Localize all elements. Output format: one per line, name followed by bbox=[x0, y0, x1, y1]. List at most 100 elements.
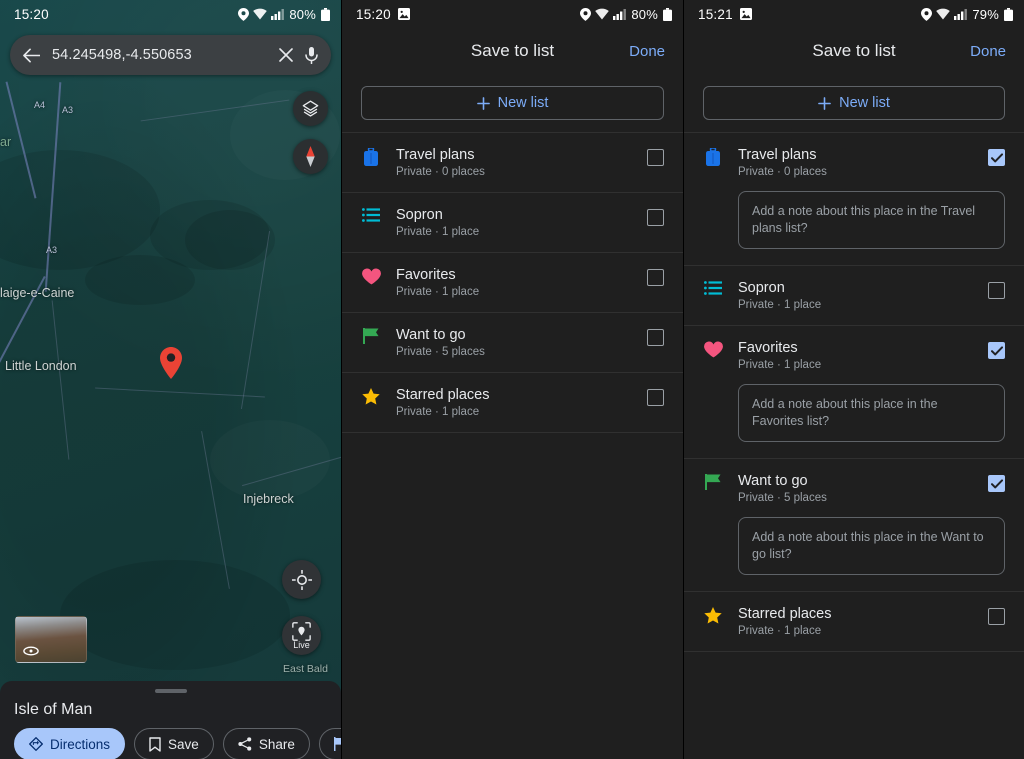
sheet-drag-handle[interactable] bbox=[155, 689, 187, 693]
list-name: Favorites bbox=[738, 339, 973, 357]
list-meta: Private · 1 place bbox=[738, 359, 973, 371]
live-view-button[interactable]: Live bbox=[282, 616, 321, 655]
status-icons bbox=[580, 8, 626, 21]
list-name: Travel plans bbox=[738, 146, 973, 164]
list-checkbox[interactable] bbox=[988, 282, 1005, 299]
list-rows: Travel plans Private · 0 places Add a no… bbox=[684, 132, 1024, 759]
save-to-list-panel-checked: 15:21 79% Save to list Done New list bbox=[683, 0, 1024, 759]
list-item[interactable]: Want to go Private · 5 places bbox=[342, 312, 683, 372]
plus-icon bbox=[818, 97, 831, 110]
list-checkbox[interactable] bbox=[647, 149, 664, 166]
list-name: Sopron bbox=[738, 279, 973, 297]
new-list-button[interactable]: New list bbox=[361, 86, 664, 120]
locate-me-button[interactable] bbox=[282, 560, 321, 599]
layers-button[interactable] bbox=[293, 91, 328, 126]
done-button[interactable]: Done bbox=[970, 43, 1006, 60]
close-icon[interactable] bbox=[279, 48, 293, 62]
list-item[interactable]: Sopron Private · 1 place bbox=[684, 265, 1024, 325]
place-action-chips: Directions Save Share Lab bbox=[14, 728, 327, 759]
list-checkbox[interactable] bbox=[647, 209, 664, 226]
list-checkbox[interactable] bbox=[988, 149, 1005, 166]
list-item[interactable]: Favorites Private · 1 place bbox=[342, 252, 683, 312]
flag-icon bbox=[361, 326, 381, 344]
map-label: A3 bbox=[62, 105, 73, 115]
list-name: Travel plans bbox=[396, 146, 632, 164]
list-item[interactable]: Starred places Private · 1 place bbox=[342, 372, 683, 432]
bookmark-icon bbox=[149, 737, 161, 752]
location-pin-icon bbox=[238, 8, 249, 21]
list-name: Starred places bbox=[738, 605, 973, 623]
list-meta: Private · 1 place bbox=[396, 286, 632, 298]
save-button[interactable]: Save bbox=[134, 728, 214, 759]
battery-percent: 80% bbox=[631, 7, 658, 22]
back-arrow-icon[interactable] bbox=[23, 48, 40, 63]
list-item[interactable]: Travel plans Private · 0 places Add a no… bbox=[684, 132, 1024, 265]
check-icon bbox=[991, 153, 1003, 163]
wifi-icon bbox=[595, 8, 609, 20]
list-checkbox[interactable] bbox=[988, 342, 1005, 359]
list-checkbox[interactable] bbox=[647, 389, 664, 406]
battery-percent: 80% bbox=[289, 7, 316, 22]
360-view-icon bbox=[23, 646, 39, 656]
list-checkbox[interactable] bbox=[647, 329, 664, 346]
new-list-wrapper: New list bbox=[684, 74, 1024, 132]
signal-bars-icon bbox=[954, 8, 967, 20]
location-pin-icon bbox=[580, 8, 591, 21]
map-panel: A4 A3 ar A3 laige-e-Caine Little London … bbox=[0, 0, 341, 759]
signal-bars-icon bbox=[271, 8, 284, 20]
place-title: Isle of Man bbox=[14, 701, 327, 719]
list-item[interactable]: Want to go Private · 5 places Add a note… bbox=[684, 458, 1024, 591]
new-list-wrapper: New list bbox=[342, 74, 683, 132]
list-checkbox[interactable] bbox=[647, 269, 664, 286]
signal-bars-icon bbox=[613, 8, 626, 20]
compass-button[interactable] bbox=[293, 139, 328, 174]
list-meta: Private · 5 places bbox=[396, 346, 632, 358]
heart-icon bbox=[361, 266, 381, 285]
map-label: A3 bbox=[46, 245, 57, 255]
list-item[interactable]: Starred places Private · 1 place bbox=[684, 591, 1024, 651]
battery-icon bbox=[663, 8, 672, 21]
note-input[interactable]: Add a note about this place in the Favor… bbox=[738, 384, 1005, 442]
share-icon bbox=[238, 737, 252, 751]
map-pin-icon[interactable] bbox=[160, 347, 182, 379]
microphone-icon[interactable] bbox=[305, 47, 318, 64]
label-button[interactable]: Lab bbox=[319, 728, 341, 759]
new-list-button[interactable]: New list bbox=[703, 86, 1005, 120]
directions-button[interactable]: Directions bbox=[14, 728, 125, 759]
list-item[interactable]: Favorites Private · 1 place Add a note a… bbox=[684, 325, 1024, 458]
wifi-icon bbox=[936, 8, 950, 20]
list-name: Want to go bbox=[738, 472, 973, 490]
list-meta: Private · 1 place bbox=[396, 226, 632, 238]
directions-icon bbox=[29, 737, 43, 751]
share-button[interactable]: Share bbox=[223, 728, 310, 759]
list-item[interactable]: Travel plans Private · 0 places bbox=[342, 132, 683, 192]
suitcase-icon bbox=[703, 146, 723, 166]
map-label: A4 bbox=[34, 100, 45, 110]
street-view-thumbnail[interactable] bbox=[15, 616, 87, 663]
wifi-icon bbox=[253, 8, 267, 20]
list-icon bbox=[703, 279, 723, 295]
place-bottom-sheet[interactable]: Isle of Man Directions Save Share Lab bbox=[0, 681, 341, 759]
list-item[interactable]: Sopron Private · 1 place bbox=[342, 192, 683, 252]
list-name: Starred places bbox=[396, 386, 632, 404]
battery-percent: 79% bbox=[972, 7, 999, 22]
list-meta: Private · 0 places bbox=[738, 166, 973, 178]
search-bar[interactable]: 54.245498,-4.550653 bbox=[10, 35, 331, 75]
list-checkbox[interactable] bbox=[988, 475, 1005, 492]
page-title: Save to list bbox=[812, 41, 895, 61]
list-icon bbox=[361, 206, 381, 222]
panel-header: Save to list Done bbox=[342, 28, 683, 74]
battery-icon bbox=[1004, 8, 1013, 21]
search-input[interactable]: 54.245498,-4.550653 bbox=[52, 47, 267, 63]
note-input[interactable]: Add a note about this place in the Want … bbox=[738, 517, 1005, 575]
three-panel-screenshot: A4 A3 ar A3 laige-e-Caine Little London … bbox=[0, 0, 1024, 759]
done-button[interactable]: Done bbox=[629, 43, 665, 60]
save-to-list-panel-unchecked: 15:20 80% Save to list Done New list bbox=[341, 0, 683, 759]
list-checkbox[interactable] bbox=[988, 608, 1005, 625]
status-time: 15:20 bbox=[14, 7, 49, 22]
suitcase-icon bbox=[361, 146, 381, 166]
list-meta: Private · 5 places bbox=[738, 492, 973, 504]
new-list-label: New list bbox=[839, 95, 890, 111]
note-input[interactable]: Add a note about this place in the Trave… bbox=[738, 191, 1005, 249]
map-label: Injebreck bbox=[243, 492, 294, 506]
